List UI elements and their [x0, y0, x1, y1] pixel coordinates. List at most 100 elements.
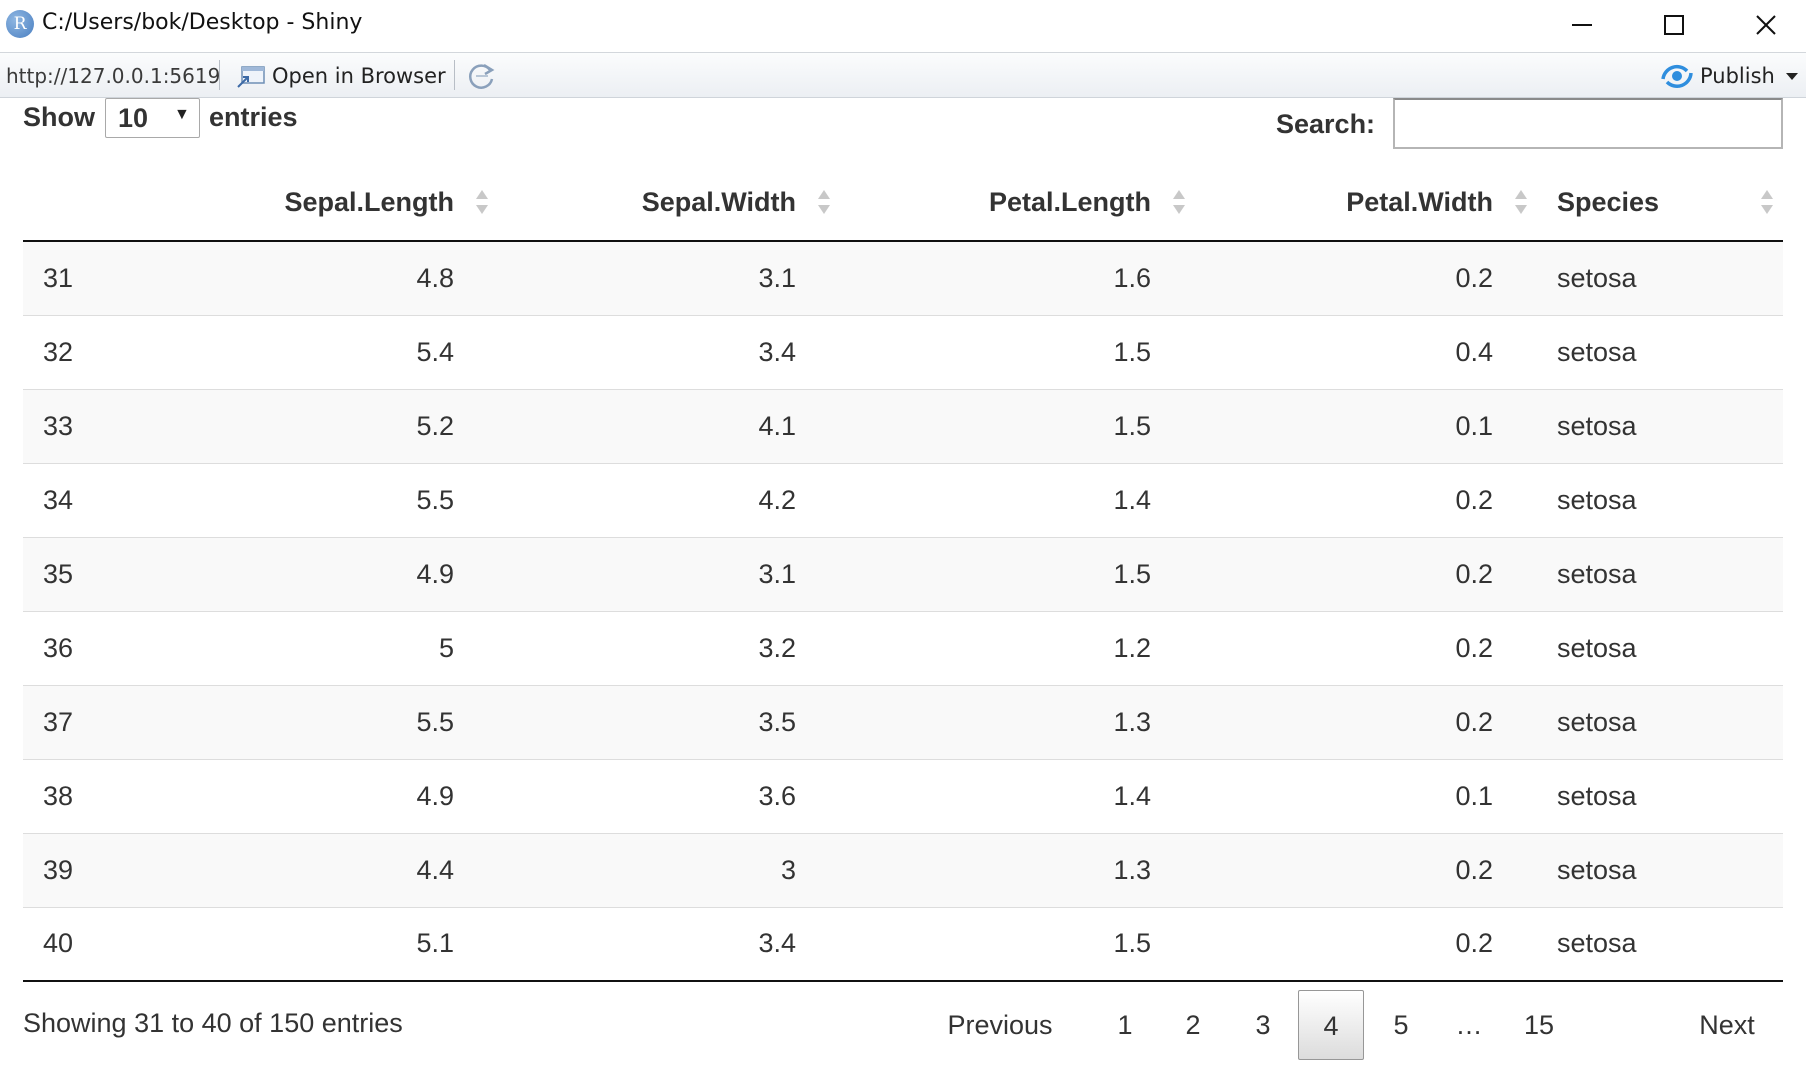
column-header-label: Petal.Width: [1346, 187, 1493, 217]
row-index-cell: 38: [23, 758, 143, 833]
page-button-4[interactable]: 4: [1298, 990, 1364, 1060]
publish-button[interactable]: Publish: [1656, 59, 1802, 93]
table-row: 39 4.4 3 1.3 0.2 setosa: [23, 832, 1783, 907]
row-index-cell: 35: [23, 536, 143, 611]
table-row: 31 4.8 3.1 1.6 0.2 setosa: [23, 241, 1783, 315]
table-cell: 5.4: [143, 314, 498, 389]
column-header-sepal-width[interactable]: Sepal.Width: [498, 165, 840, 242]
page-button-15[interactable]: 15: [1506, 990, 1572, 1060]
entries-label: entries: [209, 102, 298, 132]
table-cell: 3.6: [498, 758, 840, 833]
table-cell: setosa: [1537, 832, 1783, 907]
table-cell: 0.2: [1195, 832, 1537, 907]
table-cell: setosa: [1537, 684, 1783, 759]
chevron-down-icon[interactable]: [1786, 73, 1798, 81]
table-row: 37 5.5 3.5 1.3 0.2 setosa: [23, 684, 1783, 759]
page-button-1[interactable]: 1: [1092, 990, 1158, 1060]
next-page-button[interactable]: Next: [1672, 990, 1782, 1060]
previous-page-button[interactable]: Previous: [940, 990, 1060, 1060]
close-button[interactable]: [1720, 0, 1806, 50]
table-cell: 1.4: [840, 462, 1195, 537]
close-icon: [1756, 15, 1776, 35]
table-row: 33 5.2 4.1 1.5 0.1 setosa: [23, 388, 1783, 463]
table-cell: 3.1: [498, 536, 840, 611]
table-cell: 5.2: [143, 388, 498, 463]
table-cell: 0.4: [1195, 314, 1537, 389]
header-row-index[interactable]: [23, 165, 143, 242]
table-header-row: Sepal.Length Sepal.Width Petal.Length Petal…: [23, 165, 1783, 242]
entries-per-page-value: 10: [118, 103, 149, 133]
toolbar-divider: [454, 60, 455, 90]
table-cell: 1.6: [840, 241, 1195, 315]
table-cell: 0.1: [1195, 388, 1537, 463]
page-button-2[interactable]: 2: [1160, 990, 1226, 1060]
table-body: 31 4.8 3.1 1.6 0.2 setosa 32 5.4 3.4 1.5 0.4 setosa…: [23, 241, 1783, 982]
table-cell: 3: [498, 832, 840, 907]
table-cell: 0.2: [1195, 462, 1537, 537]
table-cell: 4.2: [498, 462, 840, 537]
open-in-browser-icon: [237, 66, 265, 88]
table-cell: 4.1: [498, 388, 840, 463]
toolbar-divider: [219, 60, 220, 90]
table-cell: setosa: [1537, 314, 1783, 389]
page-button-3[interactable]: 3: [1230, 990, 1296, 1060]
row-index-cell: 37: [23, 684, 143, 759]
sort-icon: [1173, 190, 1185, 214]
column-header-petal-width[interactable]: Petal.Width: [1195, 165, 1537, 242]
table-cell: 1.5: [840, 536, 1195, 611]
table-cell: 3.2: [498, 610, 840, 685]
table-cell: 0.2: [1195, 241, 1537, 315]
sort-icon: [476, 190, 488, 214]
table-cell: 1.3: [840, 832, 1195, 907]
column-header-sepal-length[interactable]: Sepal.Length: [143, 165, 498, 242]
table-cell: 1.5: [840, 314, 1195, 389]
table-row: 34 5.5 4.2 1.4 0.2 setosa: [23, 462, 1783, 537]
table-cell: setosa: [1537, 758, 1783, 833]
table-cell: 4.9: [143, 536, 498, 611]
sort-icon: [1515, 190, 1527, 214]
open-in-browser-label: Open in Browser: [272, 64, 446, 88]
pagination-ellipsis: …: [1455, 1010, 1483, 1040]
refresh-button[interactable]: [466, 61, 500, 91]
table-cell: 0.2: [1195, 536, 1537, 611]
table-row: 38 4.9 3.6 1.4 0.1 setosa: [23, 758, 1783, 833]
pagination: Previous 1 2 3 4 5 … 15 Next: [920, 990, 1783, 1060]
maximize-button[interactable]: [1628, 0, 1720, 50]
table-cell: 1.3: [840, 684, 1195, 759]
table-cell: setosa: [1537, 462, 1783, 537]
sort-icon: [1761, 190, 1773, 214]
table-row: 36 5 3.2 1.2 0.2 setosa: [23, 610, 1783, 685]
sort-icon: [818, 190, 830, 214]
r-app-icon: R: [6, 10, 34, 38]
entries-per-page-select[interactable]: 10 ▼: [105, 98, 200, 138]
row-index-cell: 32: [23, 314, 143, 389]
maximize-icon: [1664, 15, 1684, 35]
table-cell: 1.2: [840, 610, 1195, 685]
window-title: C:/Users/bok/Desktop - Shiny: [42, 10, 363, 35]
row-index-cell: 34: [23, 462, 143, 537]
publish-label: Publish: [1700, 64, 1775, 88]
table-cell: setosa: [1537, 610, 1783, 685]
table-row: 35 4.9 3.1 1.5 0.2 setosa: [23, 536, 1783, 611]
table-cell: 3.1: [498, 241, 840, 315]
table-cell: 4.8: [143, 241, 498, 315]
table-cell: setosa: [1537, 241, 1783, 315]
table-cell: 5.5: [143, 462, 498, 537]
row-index-cell: 31: [23, 241, 143, 315]
data-table: Sepal.Length Sepal.Width Petal.Length Petal…: [23, 165, 1783, 982]
table-cell: setosa: [1537, 536, 1783, 611]
column-header-label: Sepal.Width: [641, 187, 796, 217]
row-index-cell: 36: [23, 610, 143, 685]
table-cell: 3.5: [498, 684, 840, 759]
table-cell: 5.5: [143, 684, 498, 759]
column-header-petal-length[interactable]: Petal.Length: [840, 165, 1195, 242]
column-header-species[interactable]: Species: [1537, 165, 1783, 242]
dropdown-arrow-icon: ▼: [174, 106, 190, 123]
show-label: Show: [23, 102, 95, 132]
minimize-button[interactable]: [1536, 0, 1628, 50]
page-button-5[interactable]: 5: [1368, 990, 1434, 1060]
table-row: 32 5.4 3.4 1.5 0.4 setosa: [23, 314, 1783, 389]
table-cell: setosa: [1537, 906, 1783, 982]
search-input[interactable]: [1393, 98, 1783, 149]
viewer-toolbar: http://127.0.0.1:5619 Open in Browser Pu…: [0, 52, 1806, 98]
